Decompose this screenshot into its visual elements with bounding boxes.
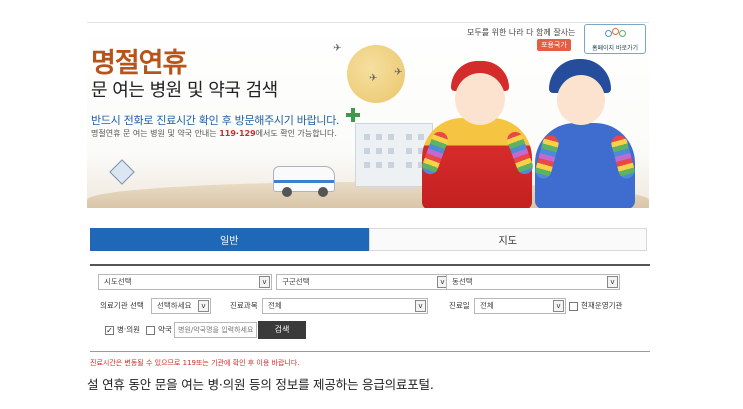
facility-type-value: 선택하세요 [157, 301, 192, 310]
gov-slogan: 모두를 위한 나라 다 함께 잘사는 [467, 28, 576, 37]
town-select-value: 동선택 [452, 277, 473, 286]
hospital-checkbox-label: 병·의원 [117, 325, 141, 334]
medical-cross-icon [346, 108, 360, 122]
day-label: 진료일 [449, 301, 470, 310]
boy-face [557, 75, 605, 125]
chevron-down-icon: v [415, 300, 426, 312]
town-select[interactable]: 동선택 v [446, 274, 620, 290]
facility-type-label: 의료기관 선택 [100, 301, 144, 310]
search-panel: 시도선택 v 구군선택 v 동선택 v 의료기관 선택 선택하세요 v 진료과목… [90, 264, 650, 352]
district-select-value: 구군선택 [282, 277, 310, 286]
banner-notice-sub: 명절연휴 문 여는 병원 및 약국 안내는 119·129에서도 확인 가능합니… [91, 129, 337, 138]
day-value: 전체 [480, 301, 494, 310]
department-label: 진료과목 [230, 301, 258, 310]
chevron-down-icon: v [259, 276, 270, 288]
pharmacy-checkbox-label: 약국 [158, 325, 172, 334]
day-select[interactable]: 전체 v [474, 298, 566, 314]
facility-type-select[interactable]: 선택하세요 v [151, 298, 211, 314]
pharmacy-checkbox[interactable] [146, 326, 155, 335]
ambulance-illustration [273, 166, 335, 197]
crane-icon: ✈ [369, 73, 378, 84]
region-select-value: 시도선택 [104, 277, 132, 286]
event-banner: ✈ ✈ ✈ 모두를 위한 나라 다 함께 잘사는 포용국가 홈페이지 바로가기 … [87, 22, 649, 208]
gov-slogan-badge: 포용국가 [537, 39, 571, 51]
homepage-link-logo[interactable]: 홈페이지 바로가기 [584, 24, 646, 54]
image-caption: 설 연휴 동안 문을 여는 병·의원 등의 정보를 제공하는 응급의료포털. [87, 377, 434, 392]
crane-icon: ✈ [394, 67, 403, 78]
banner-notice: 반드시 전화로 진료시간 확인 후 방문해주시기 바랍니다. [91, 114, 340, 127]
chevron-down-icon: v [198, 300, 209, 312]
district-select[interactable]: 구군선택 v [276, 274, 450, 290]
view-tabs: 일반 지도 [90, 228, 647, 251]
department-select[interactable]: 전체 v [262, 298, 428, 314]
girl-face [455, 73, 505, 125]
region-select[interactable]: 시도선택 v [98, 274, 272, 290]
gov-logo-icon [605, 28, 627, 40]
hours-warning: 진료시간은 변동될 수 있으므로 119또는 기관에 확인 후 이용 바랍니다. [90, 359, 300, 367]
kite-illustration [109, 159, 135, 185]
keyword-input[interactable]: 병원/약국명을 입력하세요 [174, 322, 257, 338]
department-value: 전체 [268, 301, 282, 310]
banner-title: 명절연휴 [91, 48, 187, 79]
search-button[interactable]: 검색 [258, 321, 306, 339]
crane-icon: ✈ [333, 43, 342, 54]
hospital-checkbox[interactable]: ✓ [105, 326, 114, 335]
open-now-checkbox[interactable] [569, 302, 578, 311]
chevron-down-icon: v [607, 276, 618, 288]
open-now-label: 현재운영기관 [581, 301, 623, 310]
tab-general[interactable]: 일반 [90, 228, 369, 251]
banner-subtitle: 문 여는 병원 및 약국 검색 [91, 80, 278, 101]
emergency-numbers: 119·129 [219, 129, 256, 138]
chevron-down-icon: v [553, 300, 564, 312]
homepage-link-label: 홈페이지 바로가기 [591, 45, 639, 52]
tab-map[interactable]: 지도 [368, 228, 647, 251]
